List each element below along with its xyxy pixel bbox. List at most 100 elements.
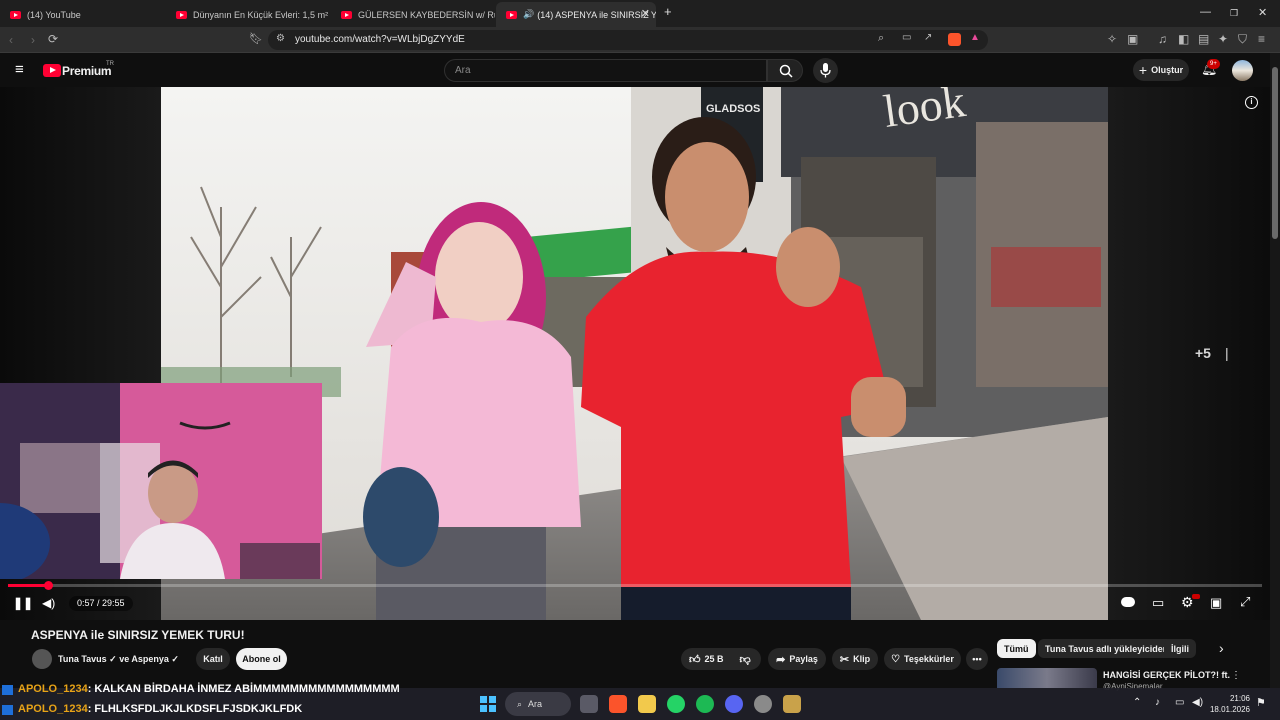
window-close-icon[interactable]: ✕ xyxy=(1258,6,1267,19)
clock-time: 21:06 xyxy=(1229,694,1250,703)
media-icon[interactable]: ♫ xyxy=(1158,32,1167,46)
info-icon[interactable]: i xyxy=(1245,96,1258,109)
chat-username: APOLO_1234 xyxy=(18,703,88,715)
share-page-icon[interactable]: ↗ xyxy=(924,32,932,43)
search-icon xyxy=(779,64,793,78)
chips-next-icon[interactable]: › xyxy=(1219,640,1224,656)
recommended-title[interactable]: HANGİSİ GERÇEK PİLOT?! ft. xyxy=(1103,670,1230,680)
vpn-icon[interactable]: ⛉ xyxy=(1238,32,1247,47)
brave-rewards-icon[interactable]: ▲ xyxy=(970,32,980,43)
cast-icon[interactable]: ▭ xyxy=(902,32,911,43)
new-tab-icon[interactable]: + xyxy=(664,4,672,19)
share-icon: ➦ xyxy=(776,653,786,666)
avatar[interactable] xyxy=(1232,60,1253,81)
channel-avatar[interactable] xyxy=(32,649,52,669)
reload-icon[interactable]: ⟳ xyxy=(48,32,58,46)
create-button[interactable]: + Oluştur xyxy=(1133,59,1189,81)
clock-date: 18.01.2026 xyxy=(1209,705,1250,714)
game-launcher-icon[interactable] xyxy=(783,695,801,713)
search-button[interactable] xyxy=(767,59,803,82)
discord-icon[interactable] xyxy=(725,695,743,713)
steam-icon[interactable] xyxy=(754,695,772,713)
tray-network-icon[interactable]: ▭ xyxy=(1175,697,1184,708)
forward-icon[interactable]: › xyxy=(31,33,35,47)
video-player[interactable]: look GLADSOS +5 | i ❚❚ ◀︎) 0:57 / 29:55 … xyxy=(0,87,1270,620)
chip-all[interactable]: Tümü xyxy=(997,639,1036,658)
recommended-more-icon[interactable]: ⋮ xyxy=(1231,670,1241,681)
voice-search-button[interactable] xyxy=(813,58,838,83)
youtube-favicon-icon xyxy=(176,10,187,19)
sidebar-icon[interactable]: ◧ xyxy=(1178,32,1189,46)
share-button[interactable]: ➦ Paylaş xyxy=(768,648,826,670)
tab-label: (14) YouTube xyxy=(27,9,81,20)
youtube-header: ≡ Premium TR Ara + Oluştur 🔔︎ 9+ xyxy=(0,53,1270,87)
video-title: ASPENYA ile SINIRSIZ YEMEK TURU! xyxy=(31,628,245,642)
whatsapp-icon[interactable] xyxy=(667,695,685,713)
chat-message: : KALKAN BİRDAHA İNMEZ ABİMMMMMMMMMMMMMM… xyxy=(87,683,400,695)
leo-ai-icon[interactable]: ✦ xyxy=(1218,32,1228,46)
tab-label: Dünyanın En Küçük Evleri: 1,5 m² Tab xyxy=(193,9,330,20)
thanks-button[interactable]: ♡ Teşekkürler xyxy=(884,648,961,670)
hamburger-menu-icon[interactable]: ≡ xyxy=(15,61,24,78)
maximize-icon[interactable]: ❐ xyxy=(1230,8,1238,19)
like-icon[interactable]: 👍︎ xyxy=(689,653,701,666)
miniplayer-icon[interactable]: ▣ xyxy=(1210,595,1222,611)
volume-icon[interactable]: ◀︎) xyxy=(42,596,55,610)
close-tab-icon[interactable]: ✕ xyxy=(641,7,650,20)
minimize-icon[interactable]: — xyxy=(1200,6,1211,18)
dislike-icon[interactable]: 👎︎ xyxy=(740,653,751,666)
subscribe-button[interactable]: Abone ol xyxy=(236,648,287,670)
tray-volume-icon[interactable]: ◀︎) xyxy=(1192,697,1203,708)
taskbar-clock[interactable]: 21:06 18.01.2026 xyxy=(1210,693,1250,715)
youtube-logo-icon[interactable] xyxy=(43,64,61,77)
browser-tab-gulersen[interactable]: GÜLERSEN KAYBEDERSİN w/ Rutin D xyxy=(331,2,495,27)
recommended-thumbnail[interactable] xyxy=(997,668,1097,688)
browser-tab-aspenya-active[interactable]: 🔊 (14) ASPENYA ile SINIRSIZ YE ✕ xyxy=(496,2,656,27)
extensions-icon[interactable]: ✧ xyxy=(1107,32,1117,46)
browser-tab-tiny-houses[interactable]: Dünyanın En Küçük Evleri: 1,5 m² Tab xyxy=(166,2,330,27)
zoom-icon[interactable]: ⌕ xyxy=(878,32,884,45)
tray-mic-icon[interactable]: ♪ xyxy=(1155,697,1160,708)
wallet2-icon[interactable]: ▤ xyxy=(1198,32,1209,46)
spotify-icon[interactable] xyxy=(696,695,714,713)
pause-icon[interactable]: ❚❚ xyxy=(13,596,33,610)
subtitles-icon[interactable]: ▭ xyxy=(1152,595,1164,611)
chip-related[interactable]: İlgili xyxy=(1164,639,1196,658)
tray-overflow-icon[interactable]: ⌃ xyxy=(1133,697,1141,708)
wallet-icon[interactable]: ▣ xyxy=(1127,32,1138,46)
menu-icon[interactable]: ≡ xyxy=(1258,32,1265,46)
notifications-icon[interactable]: ⚑ xyxy=(1256,696,1266,709)
file-explorer-icon[interactable] xyxy=(638,695,656,713)
chat-username: APOLO_1234 xyxy=(18,683,88,695)
more-icon: ••• xyxy=(972,654,982,664)
site-info-icon[interactable]: ⚙︎ xyxy=(276,33,285,44)
join-button[interactable]: Katıl xyxy=(196,648,230,670)
scrollbar-thumb[interactable] xyxy=(1272,67,1278,239)
task-view-icon[interactable] xyxy=(580,695,598,713)
back-icon[interactable]: ‹ xyxy=(9,33,13,47)
like-count[interactable]: 25 B xyxy=(705,654,724,664)
brave-browser-icon[interactable] xyxy=(609,695,627,713)
search-input[interactable]: Ara xyxy=(444,59,767,82)
bookmark-icon[interactable]: 🔖︎ xyxy=(249,32,263,45)
youtube-favicon-icon xyxy=(341,10,352,19)
like-dislike-group: 👍︎ 25 B 👎︎ xyxy=(681,648,761,670)
address-bar[interactable]: ⚙︎ youtube.com/watch?v=WLbjDgZYYdE ⌕ ▭ ↗… xyxy=(268,30,988,50)
fullscreen-icon[interactable]: ⤢ xyxy=(1240,594,1250,610)
channel-names[interactable]: Tuna Tavus ✓ ve Aspenya ✓ xyxy=(58,654,179,665)
chip-from-uploader[interactable]: Tuna Tavus adlı yükleyiciden xyxy=(1038,639,1176,658)
clip-button[interactable]: ✂︎ Klip xyxy=(832,648,878,670)
youtube-logo-text[interactable]: Premium xyxy=(62,64,112,78)
brave-shield-icon[interactable] xyxy=(948,33,961,46)
autoplay-toggle[interactable] xyxy=(1121,597,1135,607)
microphone-icon xyxy=(820,63,831,78)
progress-bar[interactable] xyxy=(8,581,1262,590)
browser-tab-youtube[interactable]: (14) YouTube xyxy=(0,2,165,27)
thanks-label: Teşekkürler xyxy=(904,654,954,664)
video-overlay-text: +5 xyxy=(1195,345,1211,361)
taskbar-search[interactable]: ⌕ Ara xyxy=(505,692,571,716)
page-scrollbar[interactable] xyxy=(1270,53,1280,688)
more-actions-button[interactable]: ••• xyxy=(966,648,988,670)
windows-start-icon[interactable] xyxy=(480,696,496,712)
scissors-icon: ✂︎ xyxy=(839,653,850,666)
